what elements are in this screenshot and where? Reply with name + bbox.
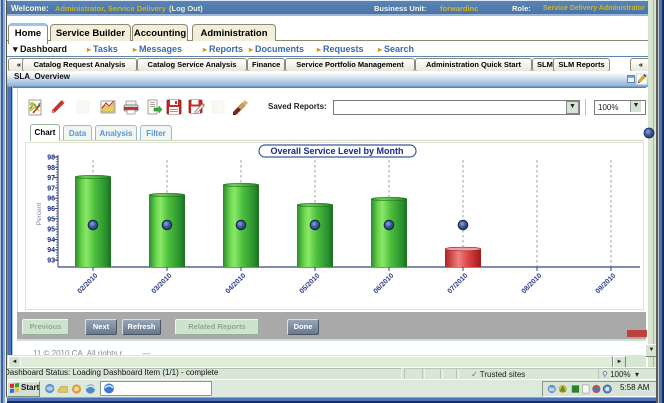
svg-text:06/2010: 06/2010: [373, 272, 396, 295]
svg-text:07/2010: 07/2010: [447, 272, 470, 295]
svg-text:95: 95: [47, 216, 55, 223]
svg-text:97: 97: [47, 185, 55, 192]
svg-text:Percent: Percent: [36, 203, 43, 226]
svg-text:02/2010: 02/2010: [77, 272, 100, 295]
svg-text:98: 98: [47, 165, 55, 172]
svg-text:96: 96: [47, 206, 55, 213]
svg-text:04/2010: 04/2010: [225, 272, 248, 295]
svg-text:09/2010: 09/2010: [595, 272, 618, 295]
svg-text:96: 96: [47, 196, 55, 203]
svg-text:Overall Service Level by Month: Overall Service Level by Month: [270, 146, 403, 156]
svg-text:97: 97: [47, 175, 55, 182]
svg-text:98: 98: [47, 155, 55, 162]
svg-text:94: 94: [47, 247, 55, 254]
svg-text:08/2010: 08/2010: [521, 272, 544, 295]
svg-text:95: 95: [47, 227, 55, 234]
svg-text:05/2010: 05/2010: [299, 272, 322, 295]
svg-text:93: 93: [47, 258, 55, 265]
svg-text:03/2010: 03/2010: [151, 272, 174, 295]
svg-text:94: 94: [47, 237, 55, 244]
